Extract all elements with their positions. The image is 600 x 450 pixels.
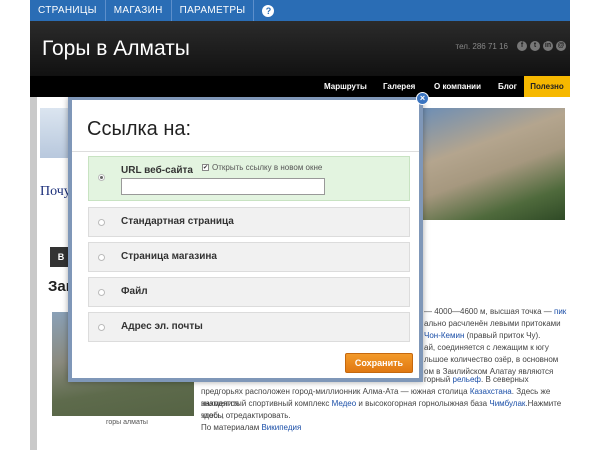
option-label: Страница магазина [121,251,217,262]
nav-about[interactable]: О компании [434,76,481,97]
nav-useful[interactable]: Полезно [524,76,570,97]
top-nav-pages[interactable]: СТРАНИЦЫ [30,0,106,21]
link-dialog: Ссылка на: URL веб-сайта ✔ Открыть ссылк… [68,97,423,382]
close-icon[interactable]: × [416,92,429,105]
option-url[interactable]: URL веб-сайта ✔ Открыть ссылку в новом о… [88,156,410,201]
email-icon[interactable]: @ [556,41,566,51]
text-line: — 4000—4600 м, высшая точка — пик [424,307,567,316]
text-line: Чон-Кемин (правый приток Чу). [424,331,541,340]
twitter-icon[interactable]: t [530,41,540,51]
main-nav: Маршруты Галерея О компании Блог Полезно [30,76,570,97]
text-line: горный рельеф. В северных [424,375,529,384]
site-phone: тел. 286 71 16 [455,42,508,51]
new-window-label: Открыть ссылку в новом окне [212,163,323,172]
text-line: чтобы отредактировать. [201,411,291,420]
social-links: f t in @ [517,41,566,51]
radio-email[interactable] [98,324,105,331]
dialog-title: Ссылка на: [87,118,192,140]
nav-routes[interactable]: Маршруты [324,76,367,97]
text-link[interactable]: Википедия [261,423,301,432]
hero-image-mountains [422,108,565,220]
save-button[interactable]: Сохранить [345,353,413,373]
text-link[interactable]: Медео [332,399,357,408]
new-window-checkbox[interactable]: ✔ [202,164,209,171]
option-file[interactable]: Файл [88,277,410,307]
text-line: ай, соединяется с лежащим к югу [424,343,549,352]
thumbnail-caption: горы алматы [106,419,148,426]
site-title[interactable]: Горы в Алматы [42,37,190,61]
site-header: Горы в Алматы тел. 286 71 16 f t in @ [30,21,570,76]
radio-standard-page[interactable] [98,219,105,226]
option-label: Адрес эл. почты [121,321,203,332]
option-label: Файл [121,286,148,297]
facebook-icon[interactable]: f [517,41,527,51]
radio-store-page[interactable] [98,254,105,261]
nav-gallery[interactable]: Галерея [383,76,415,97]
text-line: По материалам Википедия [201,423,302,432]
text-link[interactable]: рельеф [453,375,482,384]
linkedin-icon[interactable]: in [543,41,553,51]
top-nav: СТРАНИЦЫ МАГАЗИН ПАРАМЕТРЫ ? [30,0,570,21]
help-icon[interactable]: ? [262,4,275,17]
text-link[interactable]: Чимбулак [489,399,525,408]
top-nav-store[interactable]: МАГАЗИН [106,0,172,21]
option-store-page[interactable]: Страница магазина [88,242,410,272]
text-link[interactable]: пик [554,307,566,316]
dialog-divider [72,151,419,152]
new-window-toggle[interactable]: ✔ Открыть ссылку в новом окне [202,163,322,172]
text-link[interactable]: Чон-Кемин [424,331,464,340]
text-link[interactable]: Казахстана [470,387,512,396]
nav-blog[interactable]: Блог [498,76,517,97]
text-line: ально расчленён левыми притоками [424,319,561,328]
page-left-border [30,97,37,450]
option-label: URL веб-сайта [121,165,193,176]
option-label: Стандартная страница [121,216,234,227]
option-standard-page[interactable]: Стандартная страница [88,207,410,237]
text-line: льшое количество озёр, в основном [424,355,559,364]
radio-file[interactable] [98,289,105,296]
hero-heading-partial: Почу [40,184,71,199]
url-input[interactable] [121,178,325,195]
option-email[interactable]: Адрес эл. почты [88,312,410,342]
radio-url[interactable] [98,174,105,181]
hero-image-left [40,108,70,158]
top-nav-settings[interactable]: ПАРАМЕТРЫ [172,0,255,21]
